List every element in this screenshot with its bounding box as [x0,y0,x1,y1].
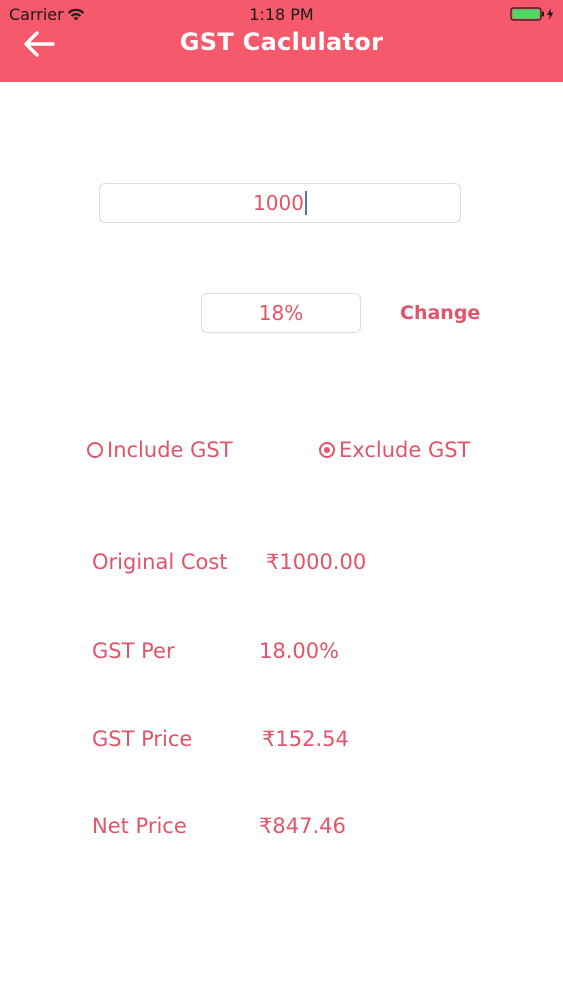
include-gst-radio[interactable]: Include GST [87,438,233,462]
battery-charging-icon [510,7,554,21]
include-gst-label: Include GST [107,438,233,462]
net-price-label: Net Price [92,814,187,838]
text-cursor [304,191,307,215]
gst-per-value: 18.00% [259,639,340,663]
gst-price-label: GST Price [92,727,193,751]
original-cost-value: ₹1000.00 [266,550,367,574]
net-price-value: ₹847.46 [259,814,346,838]
radio-checked-icon [319,442,335,458]
gst-price-value: ₹152.54 [262,727,349,751]
page-title: GST Caclulator [179,28,384,56]
exclude-gst-label: Exclude GST [339,438,471,462]
gst-rate-value: 18% [258,301,304,325]
gst-calculator-screen: Carrier 1:18 PM GST Caclulator 1000 18% … [0,0,563,1000]
status-time: 1:18 PM [249,5,314,24]
exclude-gst-radio[interactable]: Exclude GST [319,438,470,462]
change-button[interactable]: Change [400,302,480,324]
original-cost-label: Original Cost [92,550,228,574]
radio-unchecked-icon [87,442,103,458]
header-bar: Carrier 1:18 PM GST Caclulator [0,0,563,82]
gst-per-label: GST Per [92,639,175,663]
amount-input[interactable]: 1000 [99,183,461,223]
amount-value: 1000 [253,191,304,215]
gst-rate-field[interactable]: 18% [201,293,361,333]
